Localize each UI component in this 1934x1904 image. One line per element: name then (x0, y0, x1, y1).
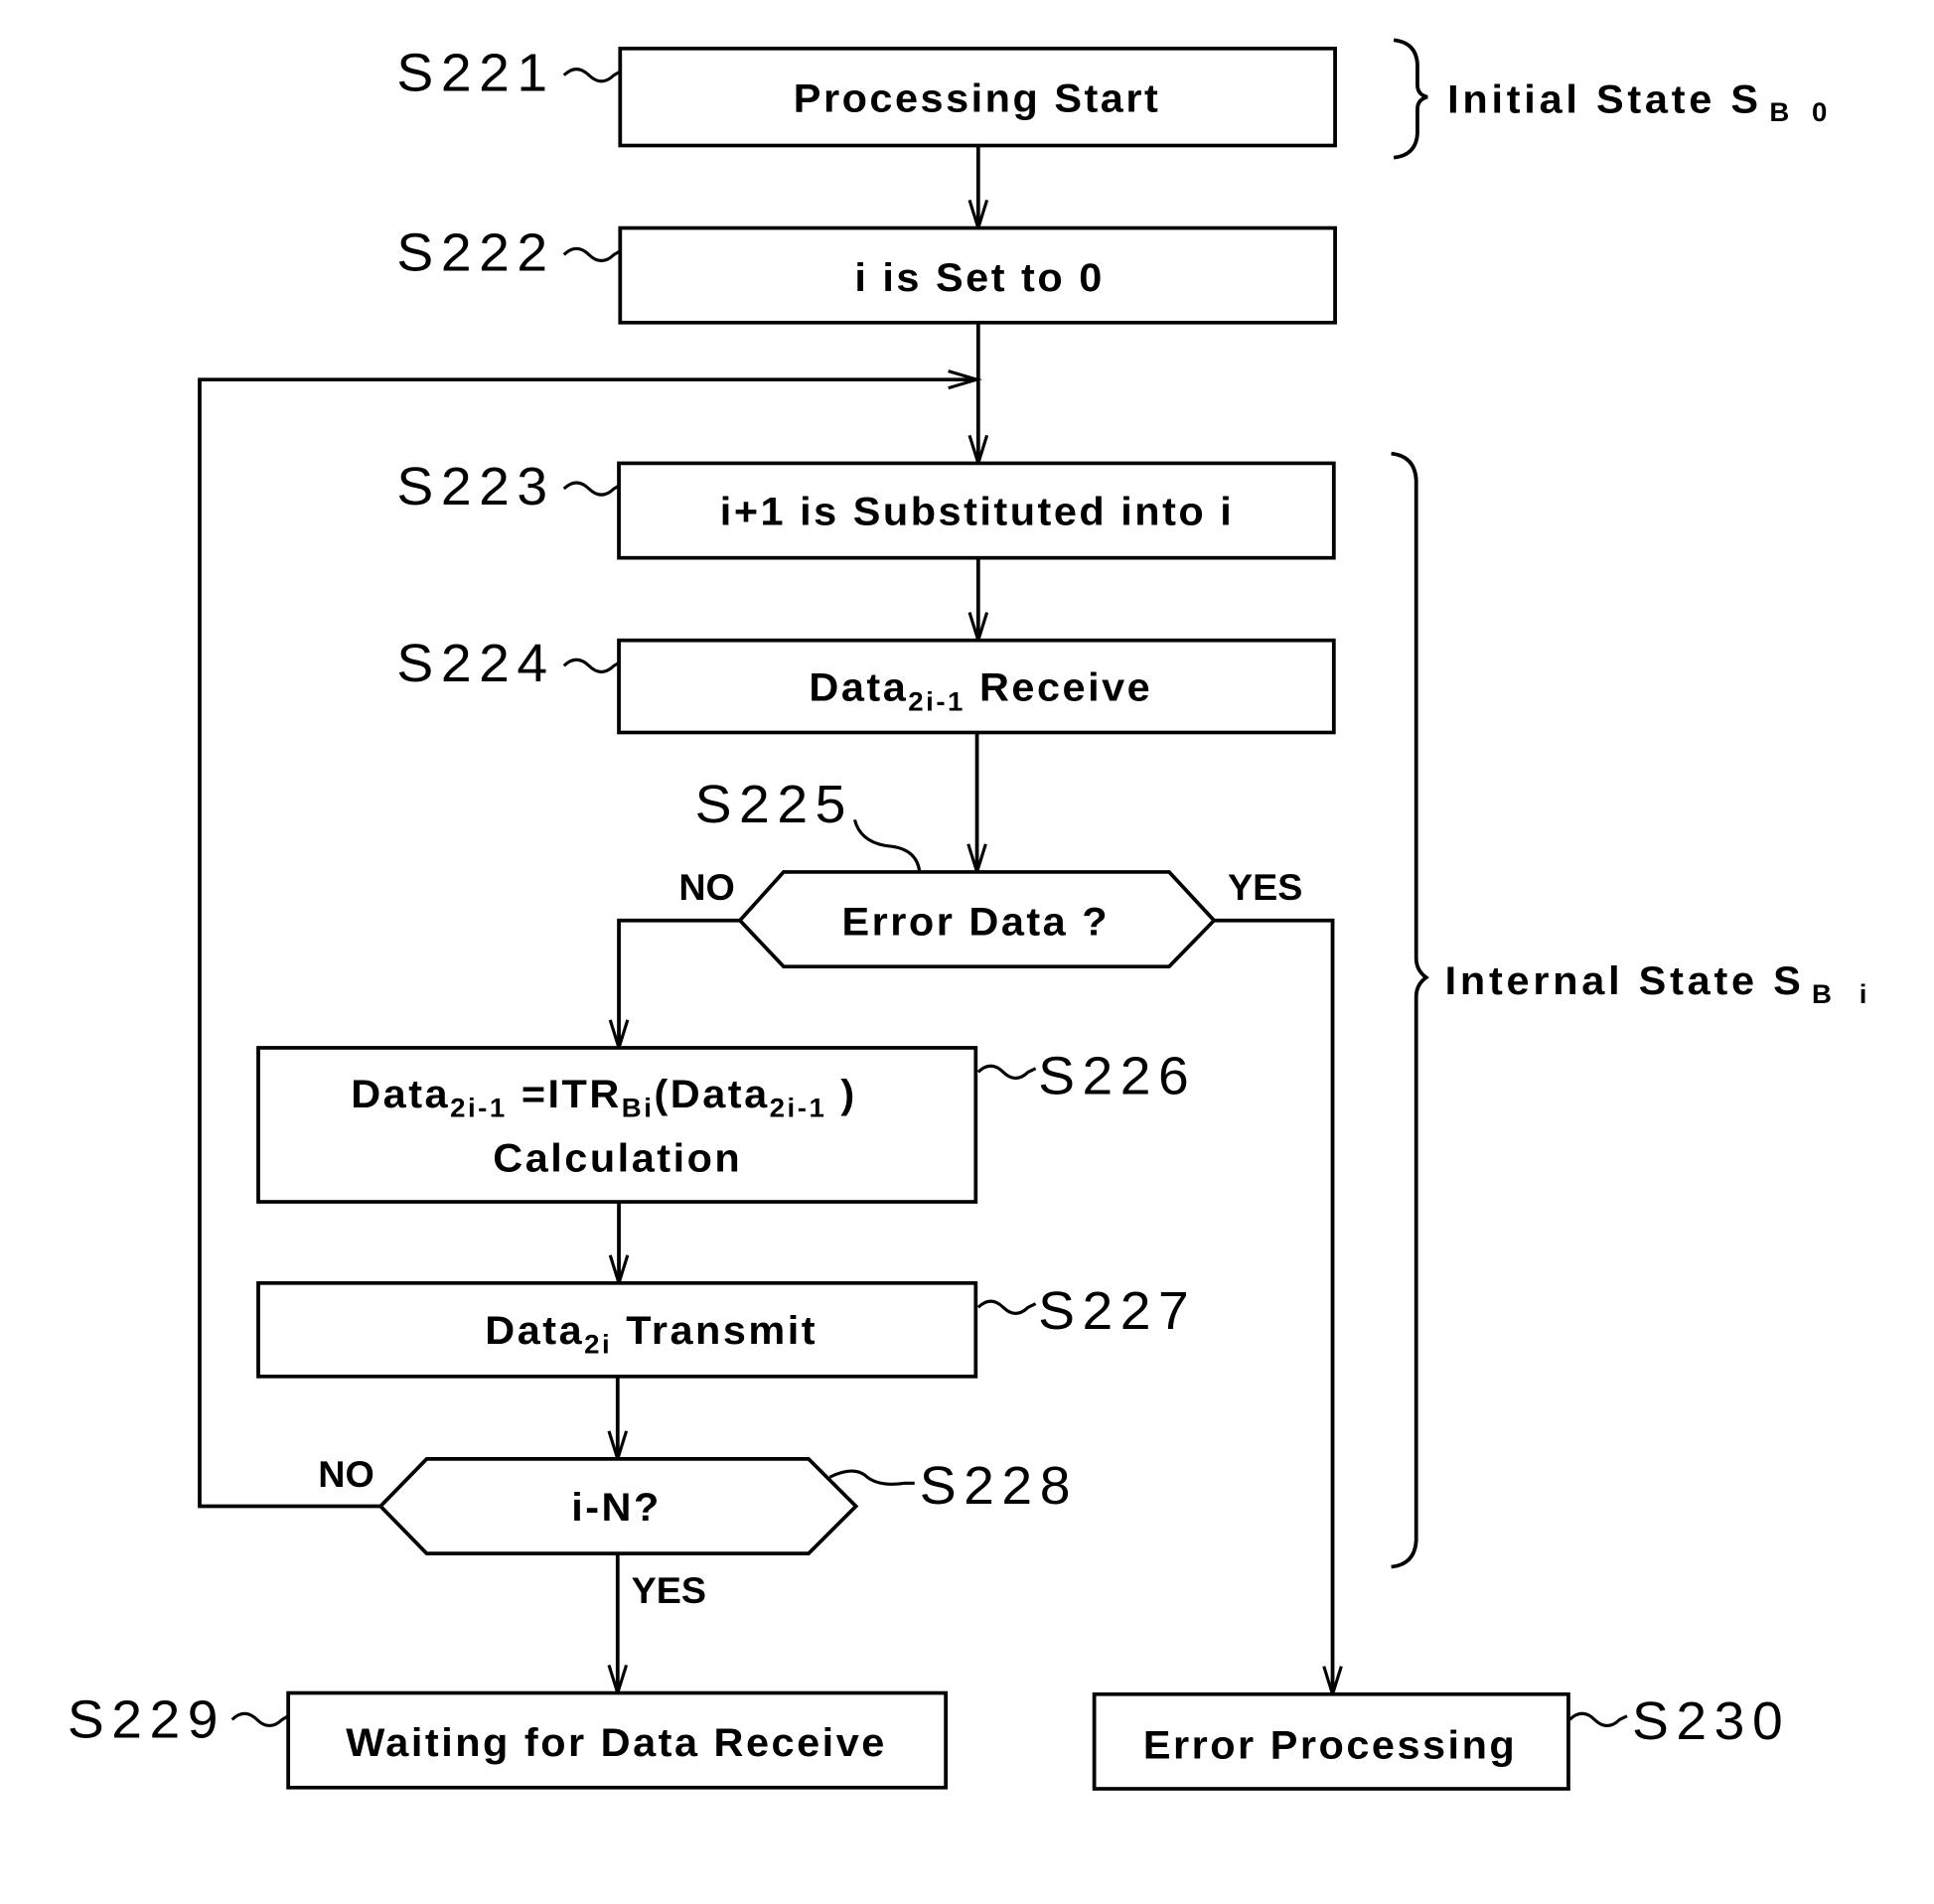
step-id-label: S227 (1038, 1281, 1196, 1341)
decision-s228: i-N? S228 NO YES (318, 1453, 1078, 1611)
branch-label-no: NO (678, 866, 735, 907)
state-text: Initial State S (1447, 76, 1762, 121)
branch-label-no: NO (318, 1453, 374, 1494)
leader-curve (852, 818, 922, 873)
branch-label-yes: YES (1228, 866, 1302, 907)
text-part: =ITR (508, 1071, 622, 1115)
step-text: i is Set to 0 (854, 255, 1104, 300)
internal-state-annotation: Internal State SB i (1391, 451, 1877, 1569)
step-id-label: S228 (920, 1456, 1078, 1516)
curly-brace (1393, 38, 1428, 160)
step-text: Data2i Transmit (485, 1307, 818, 1359)
subscript: 2i-1 (450, 1093, 508, 1123)
leader-tilde (562, 481, 622, 497)
step-text-line2: Calculation (493, 1135, 742, 1180)
subscript: 2i (584, 1329, 612, 1360)
subscript: Bi (622, 1093, 655, 1123)
step-id-label: S221 (396, 43, 554, 102)
text-part: Receive (966, 664, 1152, 709)
step-id-label: S223 (396, 457, 554, 516)
branch-label-yes: YES (632, 1570, 706, 1611)
step-s227: Data2i Transmit S227 (256, 1281, 1196, 1379)
step-s226: Data2i-1 =ITRBi(Data2i-1 ) Calculation S… (256, 1046, 1196, 1204)
decision-s225: Error Data ? S225 NO YES (678, 775, 1302, 968)
step-text: Error Processing (1143, 1722, 1517, 1767)
step-id-label: S226 (1038, 1046, 1196, 1105)
text-part: (Data (654, 1071, 769, 1115)
state-label: Internal State SB i (1445, 958, 1877, 1009)
leader-tilde (828, 1469, 915, 1486)
step-id-label: S224 (396, 634, 554, 693)
step-s223: i+1 is Substituted into i S223 (396, 457, 1336, 560)
step-id-label: S230 (1632, 1691, 1790, 1751)
leader-tilde (562, 246, 622, 263)
decision-text: Error Data ? (841, 899, 1110, 944)
state-text: Internal State S (1445, 958, 1805, 1003)
text-part: Transmit (612, 1307, 818, 1352)
leader-tilde (976, 1299, 1037, 1315)
leader-tilde (562, 68, 622, 83)
step-s230: Error Processing S230 (1092, 1691, 1790, 1791)
leader-tilde (976, 1064, 1037, 1081)
step-s222: i is Set to 0 S222 (396, 222, 1337, 325)
step-text: Processing Start (794, 75, 1160, 120)
leader-tilde (1568, 1711, 1628, 1728)
curly-brace (1391, 451, 1429, 1569)
step-id-label: S229 (68, 1689, 225, 1749)
connector-no (617, 918, 740, 1048)
step-id-label: S225 (695, 775, 853, 834)
subscript: 2i-1 (770, 1093, 827, 1123)
text-part: Data (485, 1307, 584, 1352)
initial-state-annotation: Initial State SB 0 (1393, 38, 1835, 160)
text-part: Data (351, 1071, 450, 1115)
subscript: B i (1812, 978, 1876, 1009)
step-s224: Data2i-1 Receive S224 (396, 634, 1336, 735)
step-text: Waiting for Data Receive (346, 1720, 887, 1765)
text-part: Data (809, 664, 908, 709)
state-label: Initial State SB 0 (1447, 76, 1835, 127)
step-text: i+1 is Substituted into i (720, 489, 1234, 533)
subscript: B 0 (1769, 96, 1835, 127)
text-part: ) (826, 1071, 856, 1115)
step-s229: Waiting for Data Receive S229 (68, 1689, 949, 1790)
flowchart-canvas: Processing Start S221 i is Set to 0 S222… (68, 38, 1877, 1791)
decision-text: i-N? (571, 1485, 662, 1530)
step-text: Data2i-1 Receive (809, 664, 1152, 716)
step-id-label: S222 (396, 222, 554, 282)
leader-tilde (562, 658, 622, 673)
subscript: 2i-1 (908, 686, 966, 717)
connector-yes (1214, 918, 1335, 1694)
step-s221: Processing Start S221 (396, 43, 1337, 148)
leader-tilde (230, 1711, 289, 1728)
